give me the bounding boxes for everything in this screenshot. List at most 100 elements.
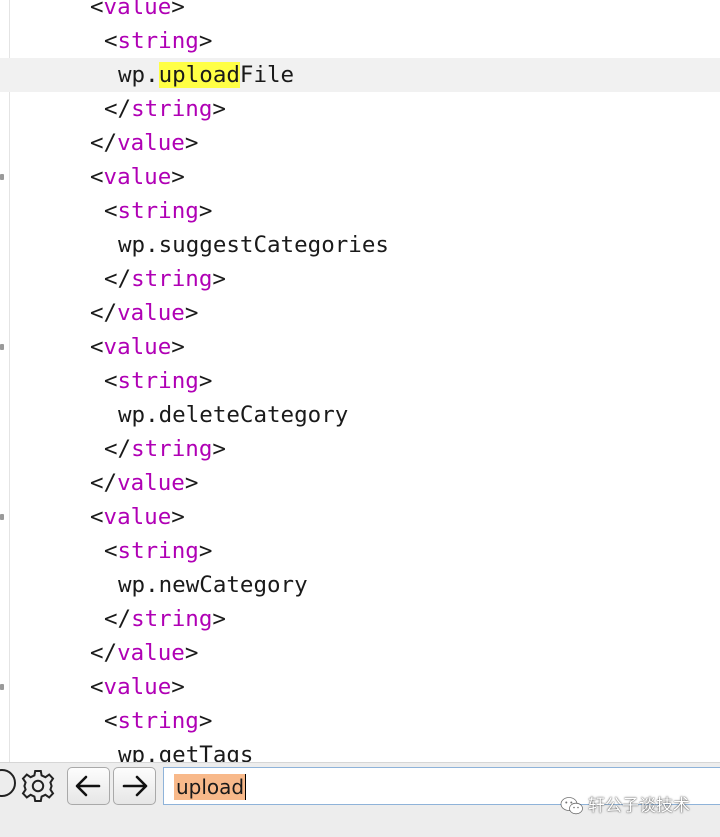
- code-line-content: <string>: [104, 364, 212, 398]
- code-line-content: wp.suggestCategories: [118, 228, 389, 262]
- code-line[interactable]: wp.getTags: [0, 738, 720, 762]
- code-line[interactable]: <string>: [0, 24, 720, 58]
- code-line-content: wp.newCategory: [118, 568, 308, 602]
- bracket: >: [184, 640, 199, 666]
- tag-name: string: [131, 436, 213, 462]
- code-line[interactable]: </value>: [0, 296, 720, 330]
- code-line-content: </value>: [90, 466, 198, 500]
- text-content: wp.newCategory: [118, 572, 308, 598]
- closing-slash: /: [117, 96, 132, 122]
- code-line-content: <string>: [104, 194, 212, 228]
- tag-name: value: [103, 164, 172, 190]
- code-line[interactable]: </string>: [0, 602, 720, 636]
- closing-slash: /: [103, 130, 118, 156]
- bracket: >: [198, 368, 213, 394]
- code-line[interactable]: </string>: [0, 92, 720, 126]
- code-line[interactable]: </value>: [0, 636, 720, 670]
- code-line-content: <string>: [104, 24, 212, 58]
- tag-name: value: [103, 504, 172, 530]
- tag-name: value: [117, 130, 185, 156]
- search-settings-button[interactable]: [16, 767, 60, 805]
- tag-name: value: [103, 674, 172, 700]
- code-line[interactable]: wp.deleteCategory: [0, 398, 720, 432]
- code-line[interactable]: <value>: [0, 330, 720, 364]
- code-line[interactable]: <string>: [0, 194, 720, 228]
- text-content-rest: File: [239, 62, 295, 88]
- bracket: <: [90, 674, 104, 700]
- code-line[interactable]: wp.newCategory: [0, 568, 720, 602]
- code-line-content: <value>: [90, 0, 185, 24]
- code-line[interactable]: <value>: [0, 500, 720, 534]
- code-line[interactable]: </value>: [0, 466, 720, 500]
- bracket: <: [90, 0, 104, 20]
- previous-match-button[interactable]: [67, 767, 110, 805]
- gear-icon: [21, 770, 55, 802]
- bracket: <: [90, 334, 104, 360]
- code-line-content: wp.getTags: [118, 738, 253, 762]
- code-line-content: wp.deleteCategory: [118, 398, 348, 432]
- code-line[interactable]: wp.uploadFile: [0, 58, 720, 92]
- tag-name: value: [117, 640, 185, 666]
- arrow-left-icon: [75, 775, 101, 797]
- code-line[interactable]: </value>: [0, 126, 720, 160]
- code-line-content: <value>: [90, 160, 185, 194]
- tag-name: value: [117, 470, 185, 496]
- next-match-button[interactable]: [113, 767, 156, 805]
- code-line[interactable]: <string>: [0, 704, 720, 738]
- tag-name: value: [103, 334, 172, 360]
- code-line[interactable]: <string>: [0, 534, 720, 568]
- code-line-content: <value>: [90, 500, 185, 534]
- code-editor[interactable]: <value> <string> wp.uploadFile </string> </v…: [0, 0, 720, 762]
- bracket: <: [104, 436, 118, 462]
- tag-name: value: [117, 300, 185, 326]
- text-content: wp.: [118, 62, 159, 88]
- arrow-right-icon: [122, 775, 148, 797]
- bracket: >: [184, 130, 199, 156]
- bracket: <: [90, 640, 104, 666]
- code-line-content: </value>: [90, 126, 198, 160]
- code-line-content: </string>: [104, 262, 226, 296]
- bracket: >: [171, 334, 185, 360]
- tag-name: string: [131, 606, 213, 632]
- code-line[interactable]: </string>: [0, 262, 720, 296]
- code-line-content: <string>: [104, 534, 212, 568]
- bracket: <: [90, 130, 104, 156]
- help-circle-icon[interactable]: [0, 769, 16, 797]
- bracket: <: [104, 198, 118, 224]
- closing-slash: /: [117, 606, 132, 632]
- code-line-content: </string>: [104, 602, 226, 636]
- bracket: >: [198, 538, 213, 564]
- code-line[interactable]: <value>: [0, 670, 720, 704]
- bracket: >: [171, 504, 185, 530]
- bracket: >: [212, 96, 226, 122]
- code-line[interactable]: <value>: [0, 0, 720, 24]
- watermark: 轩公子谈技术: [560, 792, 690, 820]
- code-line[interactable]: wp.suggestCategories: [0, 228, 720, 262]
- code-line[interactable]: <string>: [0, 364, 720, 398]
- closing-slash: /: [103, 470, 118, 496]
- tag-name: string: [117, 538, 199, 564]
- bracket: >: [198, 708, 213, 734]
- code-line-content: </string>: [104, 92, 226, 126]
- code-line[interactable]: </string>: [0, 432, 720, 466]
- bracket: <: [104, 708, 118, 734]
- text-content: wp.deleteCategory: [118, 402, 349, 428]
- code-line-content: <string>: [104, 704, 212, 738]
- code-line-content: <value>: [90, 670, 185, 704]
- bracket: <: [90, 470, 104, 496]
- tag-name: value: [103, 0, 172, 20]
- code-line-content: </value>: [90, 296, 198, 330]
- code-line-content: <value>: [90, 330, 185, 364]
- bracket: >: [184, 300, 199, 326]
- code-line-content: wp.uploadFile: [118, 58, 294, 92]
- tag-name: string: [131, 96, 213, 122]
- bracket: <: [104, 28, 118, 54]
- code-line[interactable]: <value>: [0, 160, 720, 194]
- closing-slash: /: [103, 300, 118, 326]
- search-query-text: upload: [174, 774, 246, 800]
- text-caret: [245, 774, 246, 800]
- bracket: >: [171, 0, 185, 20]
- bracket: <: [104, 96, 118, 122]
- tag-name: string: [117, 28, 199, 54]
- bracket: >: [171, 164, 185, 190]
